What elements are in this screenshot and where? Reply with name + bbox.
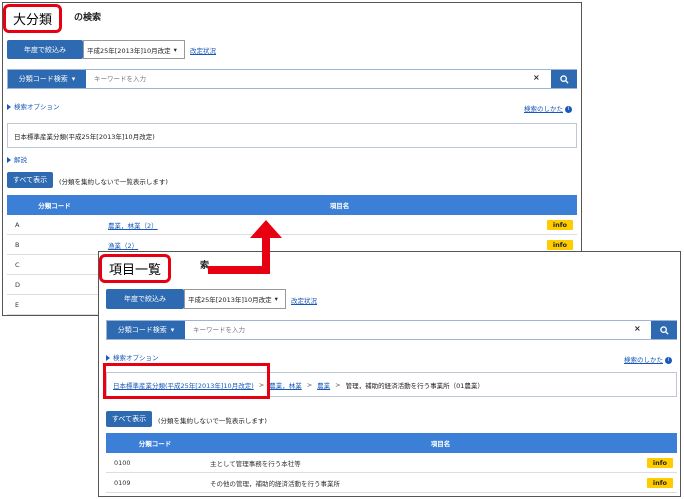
row-code: E [15,300,20,309]
search-options-toggle[interactable]: 検索オプション [106,352,159,362]
column-code-header: 分類コード [138,440,172,448]
revision-status-link[interactable]: 改定状況 [190,45,216,55]
chevron-down-icon: ▾ [173,45,177,54]
chevron-down-icon: ▾ [170,326,175,334]
search-options-label: 検索オプション [113,354,159,362]
info-button[interactable]: info [646,457,673,468]
year-filter-label: 年度で絞込み [106,289,184,309]
revision-status-link[interactable]: 改定状況 [291,295,317,305]
table-header: 分類コード 項目名 [106,433,677,453]
howto-label: 検索のしかた [624,356,663,364]
breadcrumb-current: 管理，補助的経済活動を行う事業所（01農業） [345,381,484,390]
breadcrumb-highlight-frame [103,363,270,399]
row-name-link[interactable]: 漁業（2） [108,240,138,250]
show-all-note: (分類を集約しないで一覧表示します) [158,417,267,425]
red-arrow-icon [208,220,282,274]
howto-link[interactable]: 検索のしかた i [624,354,672,364]
search-type-dropdown[interactable]: 分類コード検索 ▾ [8,70,86,88]
row-code: A [15,220,20,229]
search-options-toggle[interactable]: 検索オプション [7,101,60,111]
search-type-label: 分類コード検索 [117,326,167,334]
search-options-label: 検索オプション [14,103,60,111]
row-code: C [15,260,20,269]
table-row: A 農業，林業（2） info [7,215,577,235]
table-header: 分類コード 項目名 [7,195,577,215]
breadcrumb-level1-link[interactable]: 農業，林業 [269,380,302,390]
breadcrumb-separator: > [306,380,313,389]
year-filter-label: 年度で絞込み [7,40,83,59]
column-name-header: 項目名 [329,202,350,210]
row-name: 主として管理事務を行う本社等 [210,459,301,468]
info-circle-icon: i [565,105,572,113]
caret-right-icon [7,104,11,110]
search-bar: 分類コード検索 ▾ × [7,69,577,89]
row-code: 0109 [114,478,131,487]
info-button[interactable]: info [546,239,573,250]
info-circle-icon: i [665,356,672,364]
breadcrumb-level2-link[interactable]: 農業 [317,380,330,390]
keyword-input[interactable] [94,73,394,85]
breadcrumb: 日本標準産業分類(平成25年[2013年]10月改定) [7,123,577,148]
classification-table: 分類コード 項目名 0100 主として管理事務を行う本社等 info 0109 そ… [106,433,677,493]
table-row: 0109 その他の管理，補助的経済活動を行う事業所 info [106,473,677,493]
chevron-down-icon: ▾ [274,295,278,303]
year-filter-select[interactable]: 平成25年[2013年]10月改定 ▾ [83,40,185,59]
search-icon [659,325,669,335]
caret-right-icon [106,355,110,361]
search-button[interactable] [551,70,577,88]
howto-label: 検索のしかた [524,105,563,113]
year-filter-value: 平成25年[2013年]10月改定 [188,296,272,304]
search-type-label: 分類コード検索 [18,75,68,83]
show-all-button[interactable]: すべて表示 [7,172,53,188]
page-title: の検索 [74,13,102,23]
year-filter-select[interactable]: 平成25年[2013年]10月改定 ▾ [184,289,286,309]
info-button[interactable]: info [646,477,673,488]
howto-link[interactable]: 検索のしかた i [524,103,572,113]
row-code: D [15,280,21,289]
breadcrumb-separator: > [335,380,341,389]
breadcrumb-root: 日本標準産業分類(平成25年[2013年]10月改定) [14,132,155,141]
callout-major-category: 大分類 [3,4,63,33]
caret-right-icon [7,157,11,163]
show-all-button[interactable]: すべて表示 [106,411,152,427]
explanation-toggle[interactable]: 解説 [7,154,27,164]
show-all-note: (分類を集約しないで一覧表示します) [59,178,168,186]
search-bar: 分類コード検索 ▾ × [106,320,677,340]
column-code-header: 分類コード [38,202,71,210]
year-filter-value: 平成25年[2013年]10月改定 [87,46,171,55]
table-row: 0100 主として管理事務を行う本社等 info [106,453,677,473]
row-name: その他の管理，補助的経済活動を行う事業所 [210,479,340,488]
search-button[interactable] [651,321,677,339]
explanation-label: 解説 [14,156,27,164]
row-name-link[interactable]: 農業，林業（2） [108,220,158,230]
row-code: 0100 [114,458,131,467]
callout-item-list: 項目一覧 [99,254,172,283]
column-name-header: 項目名 [430,440,451,448]
search-type-dropdown[interactable]: 分類コード検索 ▾ [107,321,185,339]
keyword-input[interactable] [193,324,493,336]
row-code: B [15,240,20,249]
search-icon [559,74,569,84]
chevron-down-icon: ▾ [71,75,76,83]
clear-icon[interactable]: × [533,73,540,82]
info-button[interactable]: info [546,219,573,230]
clear-icon[interactable]: × [634,324,641,333]
